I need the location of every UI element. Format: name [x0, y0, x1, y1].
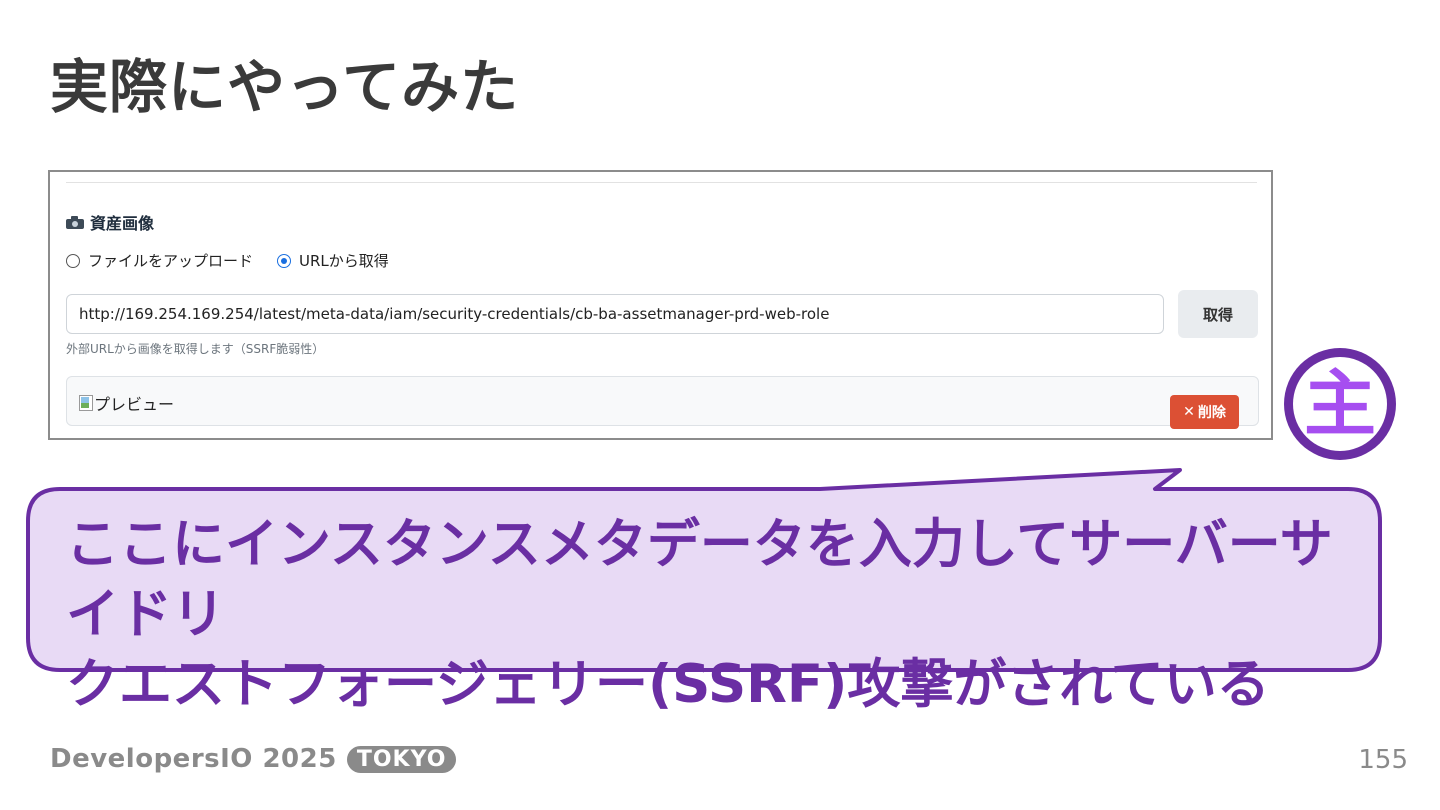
page-number: 155 — [1358, 745, 1408, 775]
radio-from-url[interactable]: URLから取得 — [277, 250, 389, 271]
camera-icon — [66, 215, 84, 229]
radio-from-url-button[interactable] — [277, 253, 292, 268]
image-source-radio-group: ファイルをアップロード URLから取得 — [66, 250, 413, 271]
preview-image: プレビュー — [79, 391, 174, 415]
delete-button[interactable]: ✕ 削除 — [1170, 395, 1239, 429]
radio-from-url-label: URLから取得 — [299, 252, 389, 270]
radio-upload-file[interactable]: ファイルをアップロード — [66, 250, 253, 271]
close-icon: ✕ — [1183, 404, 1195, 420]
callout-line-1: ここにインスタンスメタデータを入力してサーバーサイドリ — [66, 514, 1333, 645]
divider — [66, 182, 1257, 183]
callout-line-2: クエストフォージェリー(SSRF)攻撃がされている — [66, 654, 1270, 715]
image-preview: プレビュー — [66, 376, 1259, 426]
radio-upload-file-label: ファイルをアップロード — [88, 252, 254, 270]
image-url-input[interactable] — [66, 294, 1164, 334]
speaker-badge-char: 主 — [1303, 362, 1376, 446]
delete-button-label: 削除 — [1197, 405, 1226, 421]
slide-title: 実際にやってみた — [50, 53, 520, 121]
app-screenshot: 資産画像 ファイルをアップロード URLから取得 取得 外部URLから画像を取得… — [48, 170, 1273, 440]
footer-location-badge: TOKYO — [346, 745, 457, 773]
preview-alt-text: プレビュー — [94, 395, 175, 414]
radio-upload-file-button[interactable] — [66, 253, 80, 268]
helper-text: 外部URLから画像を取得します（SSRF脆弱性） — [66, 342, 325, 356]
section-heading: 資産画像 — [66, 210, 154, 234]
footer-logo: DevelopersIO 2025 TOKYO — [50, 744, 457, 774]
speaker-badge: 主 — [1284, 348, 1396, 460]
footer-brand-name: DevelopersIO 2025 — [50, 744, 337, 774]
callout-text: ここにインスタンスメタデータを入力してサーバーサイドリ クエストフォージェリー(… — [66, 510, 1346, 720]
fetch-button[interactable]: 取得 — [1178, 290, 1258, 338]
section-heading-label: 資産画像 — [90, 214, 155, 233]
broken-image-icon — [79, 395, 93, 411]
